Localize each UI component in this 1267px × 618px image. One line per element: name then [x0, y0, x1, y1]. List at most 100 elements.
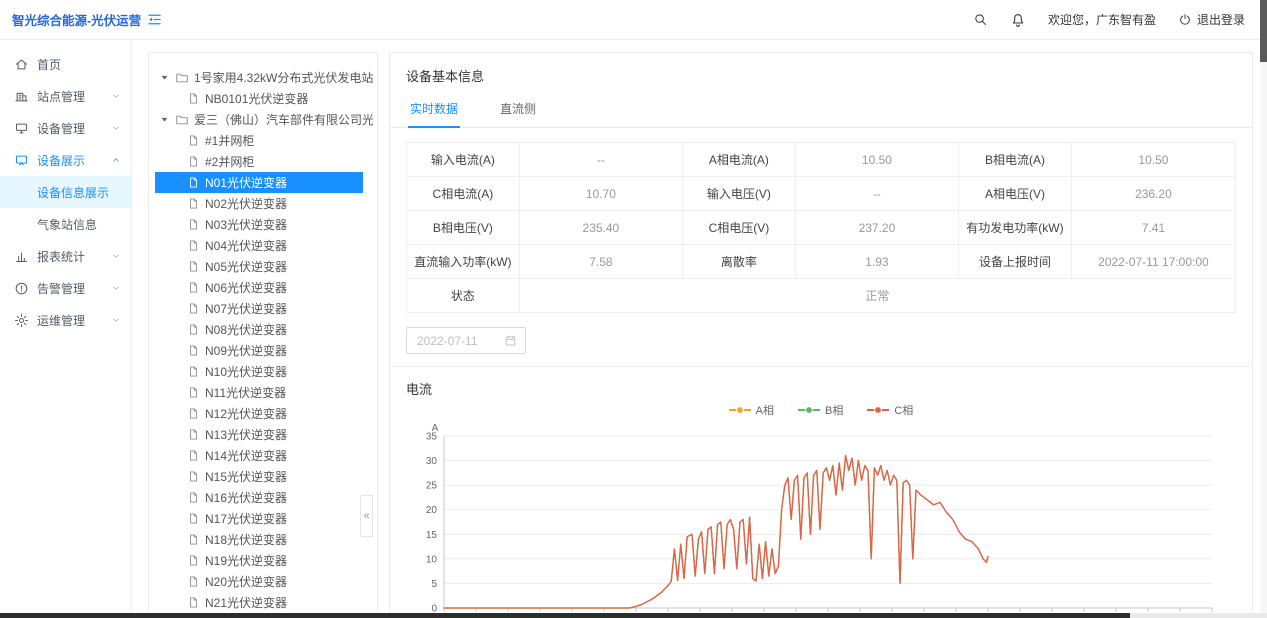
tree-item[interactable]: N03光伏逆变器	[155, 214, 373, 235]
tree-item[interactable]: N17光伏逆变器	[155, 508, 373, 529]
folder-icon	[175, 71, 189, 85]
tree-item[interactable]: N10光伏逆变器	[155, 361, 373, 382]
file-icon	[187, 344, 200, 357]
svg-text:15: 15	[426, 530, 438, 541]
sidebar-item-label: 首页	[37, 56, 121, 73]
horizontal-scrollbar-thumb[interactable]	[0, 613, 1130, 618]
file-icon	[187, 470, 200, 483]
tab-0[interactable]: 实时数据	[408, 95, 460, 128]
sidebar-item-5[interactable]: 告警管理	[0, 272, 131, 304]
tree-item[interactable]: N09光伏逆变器	[155, 340, 373, 361]
vertical-scrollbar-thumb[interactable]	[1260, 0, 1267, 62]
welcome-text: 欢迎您，广东智有盈	[1048, 11, 1156, 28]
logout-label: 退出登录	[1197, 11, 1245, 28]
tab-1[interactable]: 直流侧	[498, 95, 538, 127]
tree-item[interactable]: N19光伏逆变器	[155, 550, 373, 571]
tree-folder[interactable]: 1号家用4.32kW分布式光伏发电站	[155, 67, 373, 88]
tree-item[interactable]: #2并网柜	[155, 151, 373, 172]
date-picker[interactable]	[406, 327, 526, 354]
tree-item-label: N21光伏逆变器	[205, 594, 287, 611]
file-icon	[187, 281, 200, 294]
legend-item[interactable]: B相	[798, 402, 843, 418]
caret-down-icon[interactable]	[159, 72, 170, 83]
bell-icon[interactable]	[1010, 12, 1026, 28]
series-B相	[444, 456, 988, 608]
horizontal-scrollbar[interactable]	[0, 613, 1267, 618]
sidebar-subitem[interactable]: 设备信息展示	[0, 176, 131, 208]
legend-label: B相	[825, 402, 843, 418]
tree-item[interactable]: NB0101光伏逆变器	[155, 88, 373, 109]
device-detail-panel: 设备基本信息 实时数据直流侧 输入电流(A)--A相电流(A)10.50B相电流…	[389, 52, 1253, 618]
tree-item-label: N20光伏逆变器	[205, 573, 287, 590]
field-value: 10.50	[1071, 143, 1235, 177]
calendar-icon	[504, 334, 517, 347]
file-icon	[187, 470, 200, 483]
tree-item[interactable]: N11光伏逆变器	[155, 382, 373, 403]
sidebar-item-label: 站点管理	[37, 88, 103, 105]
legend-marker-icon	[729, 405, 751, 415]
tree-item[interactable]: N20光伏逆变器	[155, 571, 373, 592]
sidebar-item-6[interactable]: 运维管理	[0, 304, 131, 336]
file-icon	[187, 134, 200, 147]
legend-item[interactable]: A相	[729, 402, 774, 418]
svg-text:5: 5	[431, 579, 437, 590]
tree-item[interactable]: N16光伏逆变器	[155, 487, 373, 508]
tree-item[interactable]: N06光伏逆变器	[155, 277, 373, 298]
tree-item[interactable]: N02光伏逆变器	[155, 193, 373, 214]
vertical-scrollbar[interactable]	[1260, 0, 1267, 618]
date-input[interactable]	[415, 333, 499, 349]
tree-item[interactable]: N21光伏逆变器	[155, 592, 373, 613]
tree-folder-label: 1号家用4.32kW分布式光伏发电站	[194, 69, 373, 86]
tree-item[interactable]: N01光伏逆变器	[155, 172, 363, 193]
chevron-down-icon	[111, 155, 121, 165]
legend-item[interactable]: C相	[867, 402, 913, 418]
tree-item-label: N19光伏逆变器	[205, 552, 287, 569]
file-icon	[187, 554, 200, 567]
tree-item[interactable]: N04光伏逆变器	[155, 235, 373, 256]
power-icon	[1178, 13, 1192, 27]
legend-label: C相	[894, 402, 913, 418]
sidebar-item-2[interactable]: 设备管理	[0, 112, 131, 144]
file-icon	[187, 407, 200, 420]
file-icon	[187, 92, 200, 105]
tree-item[interactable]: N07光伏逆变器	[155, 298, 373, 319]
sidebar-item-4[interactable]: 报表统计	[0, 240, 131, 272]
topbar: 智光综合能源-光伏运营 欢迎您，广东智有盈 退出登录	[0, 0, 1267, 40]
sidebar: 首页站点管理设备管理设备展示设备信息展示气象站信息报表统计告警管理运维管理	[0, 40, 132, 618]
file-icon	[187, 449, 200, 462]
field-label: B相电压(V)	[407, 211, 520, 245]
tree-folder[interactable]: 爱三（佛山）汽车部件有限公司光伏发	[155, 109, 373, 130]
tree-collapse-handle[interactable]: «	[360, 495, 373, 537]
legend-marker-icon	[798, 405, 820, 415]
sidebar-item-0[interactable]: 首页	[0, 48, 131, 80]
tree-item[interactable]: N14光伏逆变器	[155, 445, 373, 466]
sidebar-subitem[interactable]: 气象站信息	[0, 208, 131, 240]
folder-icon	[175, 113, 189, 127]
tree-item[interactable]: N12光伏逆变器	[155, 403, 373, 424]
tree-item[interactable]: N08光伏逆变器	[155, 319, 373, 340]
chevron-down-icon	[111, 315, 121, 325]
app-logo: 智光综合能源-光伏运营	[0, 10, 132, 29]
logout-button[interactable]: 退出登录	[1178, 11, 1245, 28]
svg-text:30: 30	[426, 456, 438, 467]
search-icon[interactable]	[973, 12, 988, 27]
tree-item[interactable]: N13光伏逆变器	[155, 424, 373, 445]
status-value: 正常	[519, 279, 1235, 313]
field-label: 有功发电功率(kW)	[959, 211, 1072, 245]
bell-icon	[1010, 12, 1026, 28]
tree-item[interactable]: N18光伏逆变器	[155, 529, 373, 550]
device-tree[interactable]: 1号家用4.32kW分布式光伏发电站 NB0101光伏逆变器爱三（佛山）汽车部件有…	[148, 52, 378, 618]
tree-item[interactable]: #1并网柜	[155, 130, 373, 151]
sidebar-item-1[interactable]: 站点管理	[0, 80, 131, 112]
file-icon	[187, 260, 200, 273]
tree-item[interactable]: N05光伏逆变器	[155, 256, 373, 277]
sidebar-item-3[interactable]: 设备展示	[0, 144, 131, 176]
tree-item[interactable]: N15光伏逆变器	[155, 466, 373, 487]
caret-down-icon[interactable]	[159, 114, 170, 125]
field-value: --	[519, 143, 682, 177]
field-value: --	[795, 177, 958, 211]
svg-text:10: 10	[426, 554, 438, 565]
file-icon	[187, 155, 200, 168]
menu-fold-icon[interactable]	[146, 11, 163, 28]
file-icon	[187, 575, 200, 588]
